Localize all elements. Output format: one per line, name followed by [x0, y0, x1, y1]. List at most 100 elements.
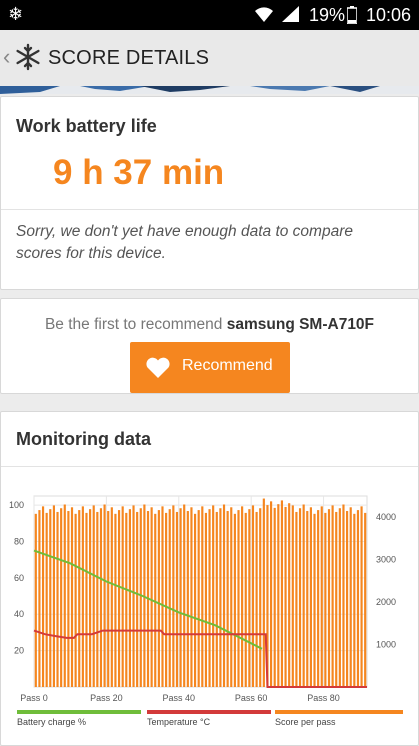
battery-life-card: Work battery life 9 h 37 min Sorry, we d… [0, 96, 419, 290]
score-bar [175, 511, 179, 687]
score-bar [364, 512, 367, 687]
score-bar [269, 501, 273, 687]
app-bar: ‹ SCORE DETAILS [0, 30, 419, 86]
legend-item-battery: Battery charge % [17, 710, 141, 727]
y-left-tick-label: 80 [14, 536, 24, 546]
clock: 10:06 [366, 5, 412, 25]
score-bar [81, 506, 84, 687]
snowflake-logo-icon[interactable] [14, 43, 42, 71]
score-bar [63, 504, 66, 687]
score-bar [193, 513, 197, 687]
y-right-tick-label: 3000 [376, 555, 396, 565]
recommend-prompt: Be the first to recommend samsung SM-A71… [1, 316, 418, 334]
score-bar [349, 507, 352, 687]
score-bar [208, 509, 211, 687]
score-bar [241, 506, 244, 687]
score-bar [117, 510, 121, 687]
legend-item-temperature: Temperature °C [147, 710, 271, 727]
y-right-tick-label: 1000 [376, 640, 396, 650]
recommend-prompt-text: Be the first to recommend [44, 316, 223, 333]
score-bar [41, 506, 45, 687]
score-bar [338, 508, 341, 687]
legend-swatch-battery [17, 710, 141, 714]
score-bar [277, 504, 280, 687]
score-bar [222, 504, 226, 687]
score-bar [327, 509, 331, 687]
score-bar [280, 500, 284, 687]
heart-icon [146, 357, 170, 378]
score-bar [60, 508, 63, 687]
score-bar [215, 511, 218, 687]
score-bar [317, 510, 320, 687]
signal-icon [282, 6, 299, 22]
score-bar [139, 508, 142, 687]
score-bar [85, 512, 88, 687]
score-bar [89, 509, 92, 687]
score-bar [121, 506, 124, 687]
score-bar [34, 513, 37, 687]
score-bar [172, 505, 175, 687]
y-left-tick-label: 100 [9, 500, 24, 510]
score-bar [346, 511, 349, 687]
score-bar [128, 509, 132, 687]
score-bar [233, 513, 236, 687]
legend-label-score: Score per pass [275, 717, 336, 727]
score-bar [52, 505, 55, 687]
y-right-tick-label: 4000 [376, 512, 396, 522]
score-bar [230, 507, 233, 687]
header-image [0, 86, 419, 94]
legend-swatch-score [275, 710, 403, 714]
x-tick-label: Pass 20 [90, 693, 123, 703]
score-bar [262, 498, 265, 687]
monitoring-chart: 20 40 60 80 100 1000 2000 3000 4000 Pass 0 Pass 20… [9, 495, 396, 703]
monitoring-card: Monitoring data 20 40 60 80 100 1000 2000 3000 4… [0, 411, 419, 746]
score-bar [132, 505, 135, 687]
wifi-icon [255, 7, 273, 23]
score-bar [168, 509, 171, 687]
recommend-card: Be the first to recommend samsung SM-A71… [0, 298, 419, 394]
score-bar [284, 506, 287, 687]
y-left-tick-label: 40 [14, 609, 24, 619]
score-bar [335, 511, 338, 687]
score-bar [96, 511, 99, 687]
recommend-button-label: Recommend [182, 357, 273, 374]
score-bar [183, 504, 186, 687]
score-bar [78, 510, 81, 687]
score-bar [244, 512, 247, 687]
score-bar [74, 513, 77, 687]
battery-life-value: 9 h 37 min [53, 153, 225, 192]
score-bar [353, 513, 356, 687]
score-bar [219, 508, 222, 687]
score-bar [49, 509, 52, 687]
score-bar [298, 508, 302, 687]
snowflake-icon: ❄ [8, 4, 24, 24]
score-bar [320, 506, 323, 687]
score-bar [273, 507, 276, 687]
score-bar [237, 510, 240, 687]
legend-item-score: Score per pass [275, 710, 403, 727]
y-left-tick-label: 60 [14, 573, 24, 583]
divider [1, 466, 418, 467]
legend-label-temperature: Temperature °C [147, 717, 211, 727]
score-bar [212, 505, 215, 687]
score-bar [70, 507, 74, 687]
recommend-button[interactable]: Recommend [130, 342, 290, 393]
score-bar [125, 512, 128, 687]
score-bar [331, 505, 334, 687]
score-bar [197, 510, 200, 687]
score-bar [226, 511, 229, 687]
battery-icon [347, 6, 357, 24]
score-bar [110, 507, 113, 687]
score-bar [288, 503, 291, 687]
battery-percent: 19% [309, 5, 346, 25]
score-bar [356, 510, 360, 687]
score-bar [291, 505, 294, 687]
score-bar [342, 504, 345, 687]
score-bar [67, 511, 70, 687]
score-bar [186, 511, 189, 687]
legend-swatch-temperature [147, 710, 271, 714]
chevron-left-icon[interactable]: ‹ [3, 44, 10, 70]
score-bar [313, 513, 316, 687]
score-bar [150, 507, 153, 687]
x-tick-label: Pass 0 [20, 693, 48, 703]
